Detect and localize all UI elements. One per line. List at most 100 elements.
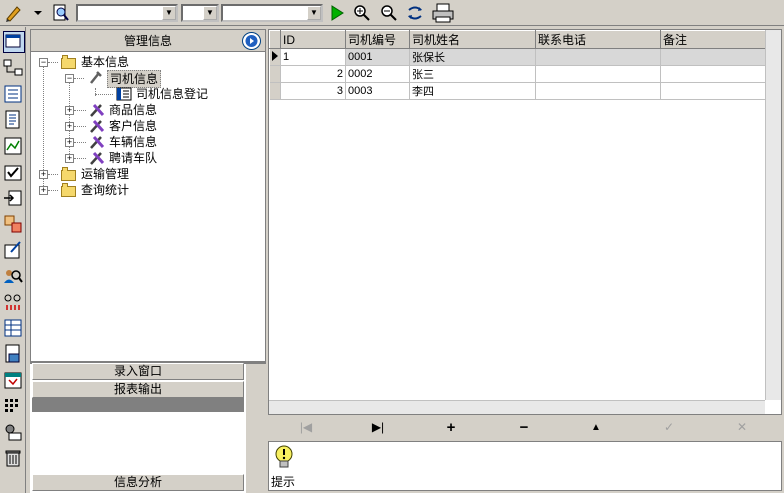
- table-row[interactable]: 3 0003 李四: [269, 82, 766, 100]
- insert-record-button[interactable]: +: [421, 418, 481, 437]
- tree-connector: [74, 142, 86, 143]
- lightbulb-icon: [273, 444, 295, 470]
- report-icon[interactable]: [3, 344, 23, 364]
- column-header-note[interactable]: 备注: [660, 30, 766, 49]
- close-icon: ✕: [736, 420, 748, 434]
- cell-driver-name[interactable]: 李四: [409, 82, 536, 100]
- table-icon[interactable]: [3, 318, 23, 338]
- list-icon[interactable]: [3, 84, 23, 104]
- expand-icon: +: [65, 105, 74, 115]
- tree-node-label: 查询统计: [81, 183, 130, 197]
- edit-record-button[interactable]: ▲: [566, 418, 626, 437]
- row-indicator: [269, 82, 281, 100]
- cell-driver-code[interactable]: 0001: [345, 48, 410, 66]
- tree-connector: [74, 158, 86, 159]
- filter-field-combo[interactable]: ▼: [76, 4, 178, 22]
- network-icon[interactable]: [3, 58, 23, 78]
- tiles-icon[interactable]: [3, 214, 23, 234]
- tree-connector: [48, 174, 58, 175]
- column-header-phone[interactable]: 联系电话: [535, 30, 661, 49]
- chevron-down-icon: ▼: [203, 6, 217, 20]
- entry-window-button[interactable]: 录入窗口: [32, 363, 244, 380]
- collapse-icon: −: [39, 57, 48, 67]
- cell-id[interactable]: 3: [280, 82, 346, 100]
- module-toolbar: [0, 27, 26, 493]
- entry-window-label: 录入窗口: [113, 364, 162, 378]
- horizontal-scrollbar[interactable]: [269, 400, 765, 414]
- refresh-icon[interactable]: [404, 2, 426, 24]
- cell-driver-name[interactable]: 张保长: [409, 48, 536, 66]
- trash-icon[interactable]: [3, 448, 23, 468]
- tree-connector: [95, 94, 113, 95]
- current-row-indicator-icon: [269, 48, 281, 66]
- cell-driver-code[interactable]: 0002: [345, 65, 410, 83]
- filter-operator-combo[interactable]: ▼: [181, 4, 219, 22]
- calendar-icon[interactable]: [3, 370, 23, 390]
- tree-node-label: 商品信息: [109, 103, 158, 117]
- cell-id[interactable]: 2: [280, 65, 346, 83]
- driver-data-grid: ID 司机编号 司机姓名 联系电话 备注 1 0001 张保长 2 0002 张…: [268, 29, 782, 439]
- last-record-icon: ▶|: [371, 420, 385, 434]
- triangle-up-icon: ▲: [591, 422, 601, 433]
- expand-icon: +: [39, 185, 48, 195]
- row-indicator-header: [269, 30, 281, 49]
- table-row[interactable]: 2 0002 张三: [269, 65, 766, 83]
- table-row[interactable]: 1 0001 张保长: [269, 48, 766, 66]
- checklist-icon[interactable]: [3, 162, 23, 182]
- wrench-icon: [88, 70, 104, 90]
- tree-connector: [48, 190, 58, 191]
- play-circle-icon[interactable]: [242, 32, 261, 50]
- delete-record-button[interactable]: −: [494, 418, 554, 437]
- grid-header-row: ID 司机编号 司机姓名 联系电话 备注: [269, 30, 766, 49]
- last-record-button[interactable]: ▶|: [348, 418, 408, 437]
- folder-icon: [61, 167, 76, 181]
- cell-id[interactable]: 1: [280, 48, 346, 66]
- cell-note[interactable]: [660, 65, 766, 83]
- folder-icon: [61, 183, 76, 197]
- grid-dots-icon[interactable]: [3, 396, 23, 416]
- print-icon[interactable]: [432, 2, 454, 24]
- zoom-in-icon[interactable]: [351, 2, 373, 24]
- play-icon[interactable]: [326, 2, 348, 24]
- post-record-button[interactable]: ✓: [639, 418, 699, 437]
- cell-phone[interactable]: [535, 82, 661, 100]
- chart-icon[interactable]: [3, 136, 23, 156]
- window-icon[interactable]: [3, 31, 25, 53]
- column-header-driver-code[interactable]: 司机编号: [345, 30, 410, 49]
- cell-driver-code[interactable]: 0003: [345, 82, 410, 100]
- cell-note[interactable]: [660, 82, 766, 100]
- first-record-button[interactable]: |◀: [276, 418, 336, 437]
- tree-header: 管理信息: [31, 30, 265, 52]
- report-output-button[interactable]: 报表输出: [32, 381, 244, 398]
- collapse-icon: −: [65, 73, 74, 83]
- chevron-down-icon[interactable]: [32, 2, 44, 24]
- outlook-bar-selected-area: [32, 398, 244, 412]
- tree-connector: [74, 78, 84, 79]
- hint-panel: 提示: [268, 441, 782, 491]
- edit-form-icon[interactable]: [3, 240, 23, 260]
- hint-label: 提示: [271, 475, 296, 489]
- tree-node-label: 客户信息: [109, 119, 158, 133]
- filter-value-combo[interactable]: ▼: [221, 4, 323, 22]
- vertical-scrollbar[interactable]: [765, 30, 781, 400]
- user-search-icon[interactable]: [3, 266, 23, 286]
- chevron-down-icon: ▼: [162, 6, 176, 20]
- find-record-icon[interactable]: [50, 2, 72, 24]
- zoom-out-icon[interactable]: [378, 2, 400, 24]
- column-header-id[interactable]: ID: [280, 30, 346, 49]
- row-indicator: [269, 65, 281, 83]
- cancel-record-button[interactable]: ✕: [712, 418, 772, 437]
- export-icon[interactable]: [3, 188, 23, 208]
- document-icon[interactable]: [3, 110, 23, 130]
- link-icon[interactable]: [3, 292, 23, 312]
- cell-phone[interactable]: [535, 65, 661, 83]
- pencil-icon[interactable]: [2, 2, 24, 24]
- cell-driver-name[interactable]: 张三: [409, 65, 536, 83]
- plus-icon: +: [446, 419, 456, 436]
- cell-phone[interactable]: [535, 48, 661, 66]
- info-analysis-button[interactable]: 信息分析: [32, 474, 244, 491]
- settings-icon[interactable]: [3, 422, 23, 442]
- tree-node-label: 车辆信息: [109, 135, 158, 149]
- cell-note[interactable]: [660, 48, 766, 66]
- column-header-driver-name[interactable]: 司机姓名: [409, 30, 536, 49]
